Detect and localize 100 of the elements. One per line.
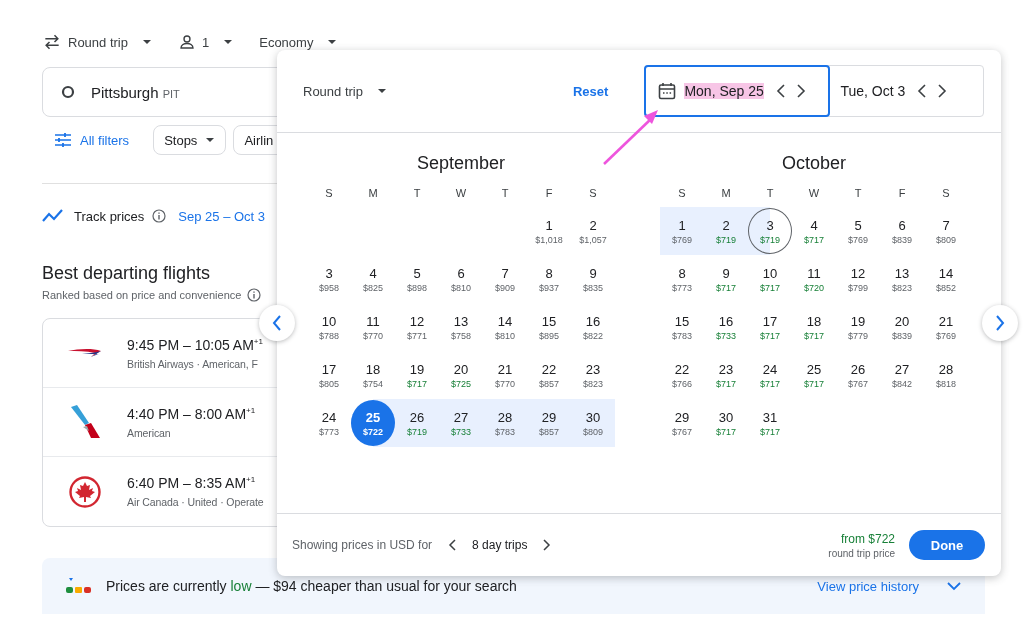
calendar-day[interactable]: 4 $825: [351, 255, 395, 303]
calendar-day[interactable]: 14 $810: [483, 303, 527, 351]
currency-note: Showing prices in USD for: [292, 538, 433, 552]
ribbon-logo-icon: [68, 348, 102, 358]
price-insight-text: Prices are currently low — $94 cheaper than usual for your search: [106, 578, 518, 594]
calendar-day[interactable]: 22 $766: [660, 351, 704, 399]
calendar-day[interactable]: 10 $717: [748, 255, 792, 303]
person-icon: [178, 33, 196, 51]
maple-leaf-logo-icon: [69, 475, 101, 508]
weekday-label: T: [765, 187, 775, 201]
passengers-dropdown[interactable]: 1: [178, 33, 234, 51]
flight-times: 4:40 PM – 8:00 AM$^{+1}$: [127, 405, 256, 422]
calendar-day[interactable]: 19 $779: [836, 303, 880, 351]
calendar-day[interactable]: 25 $717: [792, 351, 836, 399]
calendar-day[interactable]: 7 $909: [483, 255, 527, 303]
track-dates-link[interactable]: Sep 25 – Oct 3: [178, 208, 266, 224]
calendar-day[interactable]: 26 $767: [836, 351, 880, 399]
calendar-day[interactable]: 16 $822: [571, 303, 615, 351]
results-title: Best departing flights: [42, 263, 211, 284]
calendar-day[interactable]: 28 $783: [483, 399, 527, 447]
calendar-day[interactable]: 29 $857: [527, 399, 571, 447]
calendar-day[interactable]: 5 $898: [395, 255, 439, 303]
view-price-history-link[interactable]: View price history: [817, 578, 919, 594]
calendar-day[interactable]: 6 $810: [439, 255, 483, 303]
cabin-dropdown[interactable]: Economy: [259, 34, 338, 50]
calendar-day[interactable]: 24 $773: [307, 399, 351, 447]
calendar-day[interactable]: 20 $839: [880, 303, 924, 351]
calendar-day[interactable]: 8 $937: [527, 255, 571, 303]
calendar-day[interactable]: 13 $823: [880, 255, 924, 303]
calendar-day[interactable]: 15 $895: [527, 303, 571, 351]
flight-times: 6:40 PM – 8:35 AM$^{+1}$: [127, 475, 257, 491]
calendar-day[interactable]: 2 $1,057: [571, 207, 615, 255]
calendar-day[interactable]: 1 $1,018: [527, 207, 571, 255]
previous-month-button[interactable]: [259, 305, 295, 341]
calendar-day[interactable]: 27 $842: [880, 351, 924, 399]
calendar-day[interactable]: 3 $958: [307, 255, 351, 303]
calendar-day[interactable]: 18 $717: [792, 303, 836, 351]
caret-icon: [205, 137, 216, 143]
calendar-day[interactable]: 1 $769: [660, 207, 704, 255]
airline-names: Air Canada · United · Operate: [127, 496, 264, 508]
reset-button[interactable]: Reset: [573, 83, 609, 99]
caret-icon: [223, 39, 234, 45]
weekday-label: W: [454, 187, 468, 201]
calendar-day[interactable]: 14 $852: [924, 255, 968, 303]
weekday-label: F: [897, 187, 907, 201]
calendar-day[interactable]: 9 $717: [704, 255, 748, 303]
info-icon: [152, 209, 167, 223]
calendar-day[interactable]: 30 $809: [571, 399, 615, 447]
calendar-day[interactable]: 2 $719: [704, 207, 748, 255]
month-title: October: [781, 153, 847, 175]
calendar-day[interactable]: 22 $857: [527, 351, 571, 399]
filter-chip[interactable]: Stops: [153, 125, 227, 155]
calendar-day[interactable]: 6 $839: [880, 207, 924, 255]
caret-icon: [377, 88, 387, 94]
calendar-day[interactable]: 23 $823: [571, 351, 615, 399]
weekday-label: S: [941, 187, 951, 201]
calendar-day[interactable]: 21 $770: [483, 351, 527, 399]
calendar-day[interactable]: 16 $733: [704, 303, 748, 351]
calendar-day[interactable]: 25 $722: [351, 399, 395, 447]
swap-arrows-icon: [42, 32, 62, 52]
month-title: September: [415, 153, 507, 175]
calendar-day[interactable]: 15 $783: [660, 303, 704, 351]
all-filters-button[interactable]: All filters: [54, 132, 130, 148]
previous-icon[interactable]: [448, 539, 457, 551]
calendar-day[interactable]: 11 $720: [792, 255, 836, 303]
airline-names: American: [127, 426, 172, 439]
calendar-day[interactable]: 24 $717: [748, 351, 792, 399]
weekday-label: S: [677, 187, 687, 201]
next-icon[interactable]: [543, 539, 552, 551]
weekday-label: M: [720, 187, 732, 201]
weekday-label: W: [807, 187, 821, 201]
chevron-right-icon: [995, 315, 1005, 331]
trip-type-dropdown[interactable]: Round trip: [303, 83, 387, 99]
calendar-day[interactable]: 7 $809: [924, 207, 968, 255]
trip-type-dropdown[interactable]: Round trip: [42, 32, 152, 52]
calendar-day[interactable]: 23 $717: [704, 351, 748, 399]
calendar-day[interactable]: 12 $799: [836, 255, 880, 303]
caret-icon: [142, 39, 152, 45]
calendar-day[interactable]: 21 $769: [924, 303, 968, 351]
calendar-day[interactable]: 26 $719: [395, 399, 439, 447]
calendar-day[interactable]: 27 $733: [439, 399, 483, 447]
tail-logo-icon: [69, 405, 101, 439]
calendar-day[interactable]: 3 $719: [748, 207, 792, 255]
calendar-day[interactable]: 4 $717: [792, 207, 836, 255]
chevron-left-icon: [272, 315, 282, 331]
next-month-button[interactable]: [982, 305, 1018, 341]
calendar-day[interactable]: 5 $769: [836, 207, 880, 255]
results-subtitle: Ranked based on price and convenience: [42, 289, 242, 301]
weekday-label: T: [500, 187, 510, 201]
weekday-label: F: [544, 187, 554, 201]
calendar-day[interactable]: 28 $818: [924, 351, 968, 399]
done-button[interactable]: Done: [909, 530, 985, 560]
calendar-day[interactable]: 31 $717: [748, 399, 792, 447]
calendar-day[interactable]: 29 $767: [660, 399, 704, 447]
calendar-day[interactable]: 9 $835: [571, 255, 615, 303]
calendar-day[interactable]: 17 $717: [748, 303, 792, 351]
calendar-day[interactable]: 8 $773: [660, 255, 704, 303]
flight-row[interactable]: 6:40 PM – 8:35 AM$^{+1}$ Air Canada · United · Operate: [43, 457, 443, 526]
calendar-day[interactable]: 30 $717: [704, 399, 748, 447]
weekday-label: T: [412, 187, 422, 201]
